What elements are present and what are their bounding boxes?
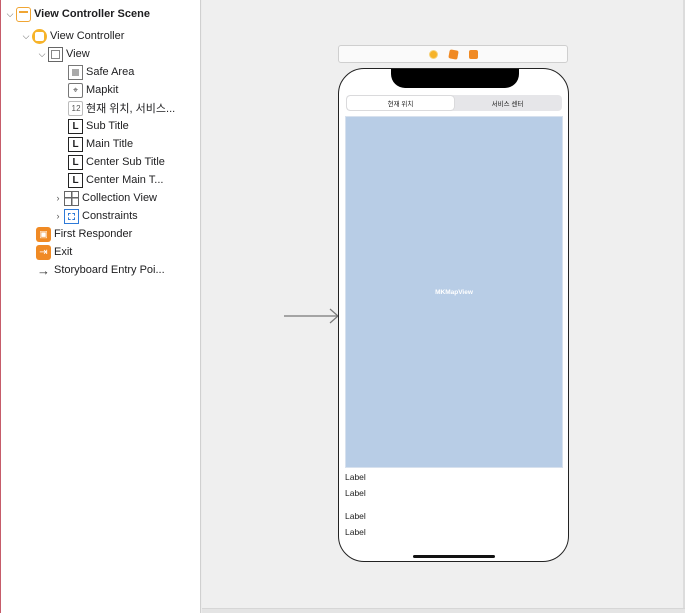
scene-icon <box>16 6 31 22</box>
storyboard-canvas[interactable]: 현재 위치 서비스 센터 MKMapView Label Label Label… <box>202 0 683 608</box>
chevron-down-icon[interactable]: ⌵ <box>4 5 16 23</box>
chevron-right-icon[interactable]: › <box>52 207 64 225</box>
outline-item-first-responder[interactable]: ▣ First Responder <box>36 225 132 243</box>
outline-item-exit[interactable]: ⇥ Exit <box>36 243 72 261</box>
outline-item-segmented-control[interactable]: 1 2 현재 위치, 서비스... <box>68 99 175 117</box>
outline-item-constraints[interactable]: › Constraints <box>52 207 138 225</box>
chevron-right-icon[interactable]: › <box>52 189 64 207</box>
exit-icon[interactable] <box>468 49 478 59</box>
safe-area-icon <box>68 64 83 80</box>
outline-item-label: View Controller Scene <box>34 8 150 20</box>
constraints-icon <box>64 208 79 224</box>
outline-item-label: View <box>66 48 90 60</box>
outline-item-label: Center Main T... <box>86 174 164 186</box>
segmented-control-icon: 1 2 <box>68 100 83 116</box>
outline-item-label: Exit <box>54 246 73 258</box>
main-title-label[interactable]: Label <box>345 488 366 498</box>
outline-item-label: Main Title <box>86 138 134 150</box>
view-controller-icon[interactable] <box>428 49 438 59</box>
label-icon: L <box>68 118 83 134</box>
view-icon <box>48 46 63 62</box>
label-icon: L <box>68 136 83 152</box>
map-view-label: MKMapView <box>435 288 473 296</box>
exit-icon: ⇥ <box>36 244 51 260</box>
outline-item-label: Collection View <box>82 192 158 204</box>
outline-item-collection-view[interactable]: › Collection View <box>52 189 157 207</box>
first-responder-icon: ▣ <box>36 226 51 242</box>
outline-item-label: Constraints <box>82 210 138 222</box>
outline-item-view-controller[interactable]: ⌵ View Controller <box>20 27 124 45</box>
outline-item-label: Center Sub Title <box>86 156 165 168</box>
label-icon: L <box>68 154 83 170</box>
outline-item-entry-point[interactable]: → Storyboard Entry Poi... <box>36 261 165 279</box>
outline-item-mapkit[interactable]: ⌖ Mapkit <box>68 81 118 99</box>
chevron-down-icon[interactable]: ⌵ <box>36 45 48 63</box>
outline-item-label: Safe Area <box>86 66 135 78</box>
canvas-bottom-bar <box>202 608 685 613</box>
outline-item-center-sub-title[interactable]: L Center Sub Title <box>68 153 165 171</box>
outline-item-sub-title[interactable]: L Sub Title <box>68 117 129 135</box>
segmented-control[interactable]: 현재 위치 서비스 센터 <box>346 95 562 111</box>
collection-view-icon <box>64 190 79 206</box>
map-view[interactable]: MKMapView <box>345 116 563 468</box>
label-icon: L <box>68 172 83 188</box>
view-controller-icon <box>32 28 47 44</box>
first-responder-icon[interactable] <box>447 48 459 60</box>
outline-item-label: Mapkit <box>86 84 119 96</box>
outline-item-label: First Responder <box>54 228 133 240</box>
entry-point-arrow[interactable] <box>284 308 340 324</box>
outline-item-scene[interactable]: ⌵ View Controller Scene <box>4 5 150 23</box>
document-outline: ⌵ View Controller Scene ⌵ View Controlle… <box>0 0 201 613</box>
chevron-down-icon[interactable]: ⌵ <box>20 27 32 45</box>
outline-item-label: Sub Title <box>86 120 129 132</box>
segment-service-center[interactable]: 서비스 센터 <box>454 96 561 110</box>
center-sub-title-label[interactable]: Label <box>345 511 366 521</box>
iphone-frame[interactable]: 현재 위치 서비스 센터 MKMapView Label Label Label… <box>338 68 569 562</box>
scene-dock[interactable] <box>338 45 568 63</box>
home-indicator <box>413 555 495 558</box>
outline-item-center-main-title[interactable]: L Center Main T... <box>68 171 163 189</box>
outline-item-main-title[interactable]: L Main Title <box>68 135 133 153</box>
outline-item-label: 현재 위치, 서비스... <box>86 103 176 115</box>
outline-item-view[interactable]: ⌵ View <box>36 45 90 63</box>
map-view-icon: ⌖ <box>68 82 83 98</box>
segment-current-location[interactable]: 현재 위치 <box>347 96 454 110</box>
outline-item-safe-area[interactable]: Safe Area <box>68 63 134 81</box>
entry-arrow-icon: → <box>37 262 50 278</box>
center-main-title-label[interactable]: Label <box>345 527 366 537</box>
outline-item-label: View Controller <box>50 30 125 42</box>
outline-item-label: Storyboard Entry Poi... <box>54 264 165 276</box>
sub-title-label[interactable]: Label <box>345 472 366 482</box>
device-notch <box>391 69 519 88</box>
